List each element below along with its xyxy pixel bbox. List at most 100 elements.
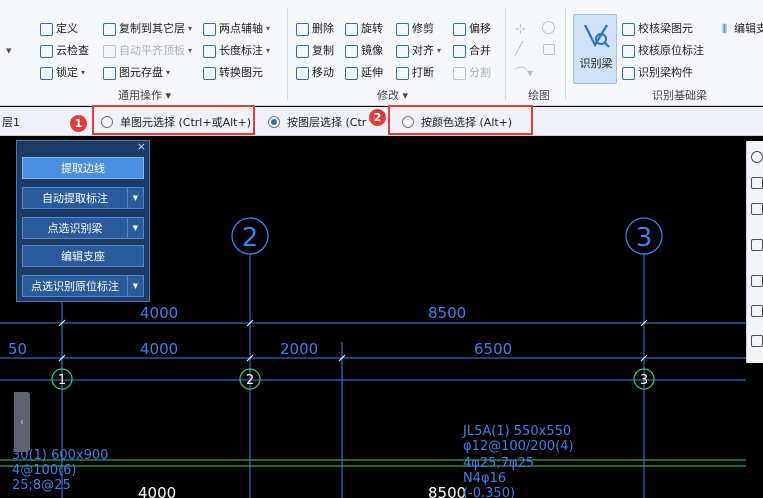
move-button[interactable]: 移动 xyxy=(296,64,334,82)
lock-icon xyxy=(40,66,53,80)
view-tool-icon[interactable] xyxy=(751,151,763,163)
beam-label-left: 4@100(6) xyxy=(12,463,77,478)
identify-beam-label: 识别梁 xyxy=(579,57,613,70)
ribbon-button-label: 校核原位标注 xyxy=(638,44,704,57)
layer-view-icon[interactable] xyxy=(751,239,763,251)
properties-icon[interactable] xyxy=(751,335,763,347)
auto-align-top-icon xyxy=(103,44,116,58)
chevron-down-icon[interactable]: ▾ xyxy=(166,64,170,82)
dim-text: 8500 xyxy=(428,304,466,322)
trim-button[interactable]: 修剪 xyxy=(396,20,434,38)
extract-edge-button[interactable]: 提取边线 xyxy=(22,157,144,179)
merge-icon xyxy=(453,44,466,58)
beam-label-right: φ12@100/200(4) xyxy=(463,439,574,454)
lock-button[interactable]: 锁定 ▾ xyxy=(40,64,85,82)
button-label: 编辑支座 xyxy=(61,250,105,263)
select-box-icon[interactable] xyxy=(751,275,763,287)
ribbon-button-label: 修剪 xyxy=(412,22,434,35)
auto-align-top-button[interactable]: 自动平齐顶板 ▾ xyxy=(103,42,192,60)
length-dimension-button[interactable]: 长度标注 ▾ xyxy=(203,42,270,60)
side-collapse-tab[interactable]: ‹ xyxy=(14,392,30,452)
chevron-down-icon[interactable]: ▾ xyxy=(266,20,270,38)
convert-element-button[interactable]: 转换图元 xyxy=(203,64,263,82)
copy-to-layer-button[interactable]: 复制到其它层 ▾ xyxy=(103,20,192,38)
edit-support-button[interactable]: 编辑支座 xyxy=(22,245,144,267)
edit-support-icon: ⫴ xyxy=(721,21,728,36)
group-label-modify[interactable]: 修改 ▾ xyxy=(377,87,408,103)
split-icon xyxy=(453,66,466,80)
chevron-down-icon[interactable]: ▾ xyxy=(266,42,270,60)
extend-icon xyxy=(345,66,358,80)
two-point-axis-button[interactable]: 两点辅轴 ▾ xyxy=(203,20,270,38)
delete-button[interactable]: 删除 xyxy=(296,20,334,38)
dim-text: 2000 xyxy=(280,340,318,358)
ribbon-button-label: 分割 xyxy=(469,66,491,79)
draw-rect-icon[interactable] xyxy=(543,44,555,55)
group-label-general[interactable]: 通用操作 ▾ xyxy=(118,87,171,103)
group-separator xyxy=(505,8,506,100)
define-icon xyxy=(40,22,53,36)
click-identify-beam-button[interactable]: 点选识别梁 ▼ xyxy=(22,217,144,239)
rotate-button[interactable]: 旋转 xyxy=(345,20,383,38)
auto-extract-label-button[interactable]: 自动提取标注 ▼ xyxy=(22,187,144,209)
align-icon xyxy=(396,44,409,58)
callout-badge-2: 2 xyxy=(369,109,386,126)
right-vertical-toolbar xyxy=(746,141,763,363)
radio-indicator xyxy=(268,116,280,128)
dropdown-arrow-icon[interactable]: ▼ xyxy=(127,218,143,238)
chevron-down-icon[interactable]: ▾ xyxy=(188,20,192,38)
draw-circle-icon[interactable] xyxy=(542,21,555,34)
break-button[interactable]: 打断 xyxy=(396,64,434,82)
split-button[interactable]: 分割 xyxy=(453,64,491,82)
extend-button[interactable]: 延伸 xyxy=(345,64,383,82)
draw-arc-icon[interactable]: ⌒▾ xyxy=(515,64,533,81)
draw-line-icon[interactable]: ╱ xyxy=(515,42,523,57)
3d-view-icon[interactable] xyxy=(751,177,763,189)
close-icon[interactable]: × xyxy=(137,140,146,153)
ribbon-button-label: 移动 xyxy=(312,66,334,79)
check-in-situ-label-button[interactable]: 校核原位标注 xyxy=(622,42,704,60)
align-button[interactable]: 对齐 ▾ xyxy=(396,42,441,60)
group-separator xyxy=(565,8,566,100)
define-button[interactable]: 定义 xyxy=(40,20,78,38)
dropdown-arrow-icon[interactable]: ▼ xyxy=(127,276,143,296)
cloud-check-icon xyxy=(40,44,53,58)
highlight-box-1 xyxy=(92,105,255,135)
ribbon-collapse-caret[interactable]: ▾ xyxy=(6,42,12,60)
chevron-down-icon[interactable]: ▾ xyxy=(188,42,192,60)
beam-label-right: 4φ25;7φ25 xyxy=(463,456,534,471)
save-element-button[interactable]: 图元存盘 ▾ xyxy=(103,64,170,82)
hide-element-icon[interactable] xyxy=(751,305,763,317)
offset-button[interactable]: 偏移 xyxy=(453,20,491,38)
ribbon-button-label: 打断 xyxy=(412,66,434,79)
identify-beam-button[interactable]: 识别梁 xyxy=(573,14,617,84)
break-icon xyxy=(396,66,409,80)
chevron-down-icon[interactable]: ▾ xyxy=(437,42,441,60)
cloud-check-button[interactable]: 云检查 xyxy=(40,42,89,60)
dropdown-arrow-icon[interactable]: ▼ xyxy=(127,188,143,208)
plan-view-icon[interactable] xyxy=(751,203,763,215)
ribbon-button-label: 图元存盘 xyxy=(119,66,163,79)
select-by-layer-radio[interactable]: 按图层选择 (Ctr xyxy=(268,114,366,130)
ribbon-button-label: 锁定 xyxy=(56,66,78,79)
ribbon-toolbar: ▾ 定义 云检查 锁定 ▾ 复制到其它层 ▾ 自动平齐顶板 ▾ 图元存盘 ▾ 两点辅轴 ▾ 长度标注 ▾ 转… xyxy=(0,0,763,106)
identify-beam-float-panel: × 提取边线 自动提取标注 ▼ 点选识别梁 ▼ 编辑支座 点选识别原位标注 ▼ xyxy=(16,140,150,302)
highlight-box-2 xyxy=(388,105,533,135)
trim-icon xyxy=(396,22,409,36)
group-label-identify-beam: 识别基础梁 xyxy=(652,89,707,102)
click-identify-in-situ-label-button[interactable]: 点选识别原位标注 ▼ xyxy=(22,275,144,297)
merge-button[interactable]: 合并 xyxy=(453,42,491,60)
ribbon-button-label: 长度标注 xyxy=(219,44,263,57)
mirror-button[interactable]: 镜像 xyxy=(345,42,383,60)
check-beam-element-button[interactable]: 校核梁图元 xyxy=(622,20,693,38)
group-separator xyxy=(287,8,288,100)
dim-text: 4000 xyxy=(140,340,178,358)
copy-button[interactable]: 复制 xyxy=(296,42,334,60)
draw-point-icon[interactable]: ⊹ xyxy=(515,22,526,37)
dim-text: 4000 xyxy=(138,484,176,498)
identify-beam-component-button[interactable]: 识别梁构件 xyxy=(622,64,693,82)
chevron-down-icon[interactable]: ▾ xyxy=(81,64,85,82)
beam-label-left: 25;8@25 xyxy=(12,478,71,493)
axis-bubble-large-label: 3 xyxy=(636,223,653,253)
edit-support-top-button[interactable]: ⫴ 编辑支 xyxy=(718,20,763,38)
